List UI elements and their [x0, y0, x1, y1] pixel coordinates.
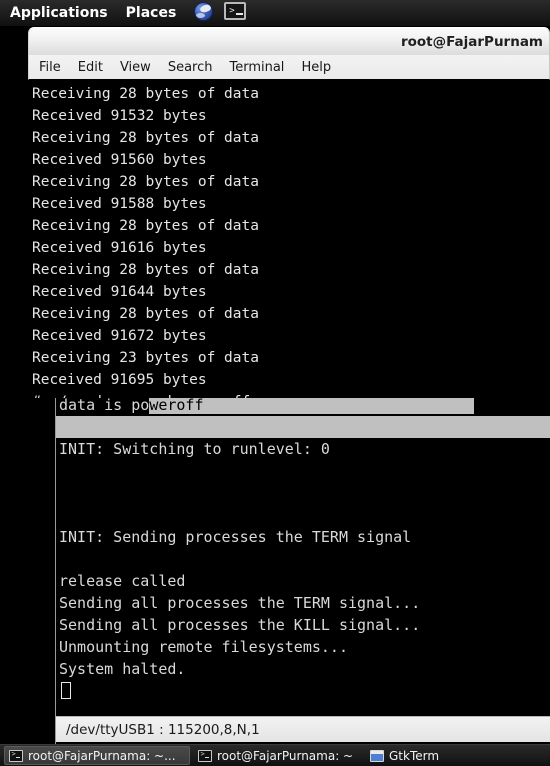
gtkterm-selected-line-highlight: weroff: [149, 396, 204, 414]
terminal-icon-underscore: [205, 756, 209, 758]
gtkterm-line: release called: [59, 572, 186, 590]
menu-places[interactable]: Places: [126, 5, 177, 21]
gtkterm-line: Unmounting remote filesystems...: [59, 638, 348, 656]
taskbar-item-label: GtkTerm: [389, 748, 440, 763]
window-icon: [370, 749, 384, 762]
top-panel: Applications Places >: [0, 0, 550, 27]
terminal-icon-underscore: [16, 756, 20, 758]
terminal-titlebar[interactable]: root@FajarPurnam: [28, 27, 550, 55]
terminal-icon-underscore: [236, 13, 244, 15]
gtkterm-line: INIT: Switching to runlevel: 0: [59, 440, 330, 458]
taskbar-item-label: root@FajarPurnama: ~: [217, 748, 354, 763]
terminal-line: Received 91560 bytes: [32, 152, 207, 168]
terminal-line: Receiving 23 bytes of data: [32, 350, 259, 366]
gtkterm-line: INIT: Sending processes the TERM signal: [59, 528, 412, 546]
gtkterm-statusbar: /dev/ttyUSB1 : 115200,8,N,1: [56, 716, 550, 742]
terminal-line: Received 91672 bytes: [32, 328, 207, 344]
browser-launcher[interactable]: [194, 2, 216, 24]
gtkterm-cursor-line: [56, 680, 550, 702]
gtkterm-line: [56, 504, 550, 526]
terminal-icon: >: [224, 2, 247, 20]
terminal-line: Receiving 28 bytes of data: [32, 306, 259, 322]
terminal-line: Receiving 28 bytes of data: [32, 130, 259, 146]
terminal-line: Received 91532 bytes: [32, 108, 207, 124]
gtkterm-selected-line-plain: data is po: [59, 396, 150, 414]
gtkterm-selection-trail: [203, 396, 475, 414]
menu-terminal[interactable]: Terminal: [229, 60, 284, 75]
menu-edit[interactable]: Edit: [78, 60, 103, 75]
menu-applications[interactable]: Applications: [10, 5, 108, 21]
taskbar-item-terminal-1[interactable]: > root@FajarPurnama: ~...: [4, 746, 190, 765]
menu-search[interactable]: Search: [168, 60, 213, 75]
terminal-command-line: # ./send_command poweroff: [30, 391, 550, 398]
gtkterm-serial-settings: /dev/ttyUSB1 : 115200,8,N,1: [66, 721, 260, 738]
gtkterm-output-area[interactable]: User write to driver data is poweroff IN…: [56, 384, 550, 716]
gtkterm-line: System halted.: [59, 660, 186, 678]
gtkterm-line: Sending all processes the KILL signal...: [59, 616, 421, 634]
desktop-screen: Applications Places > User write to driv…: [0, 0, 550, 766]
gtkterm-selection-row: [56, 416, 550, 438]
terminal-title: root@FajarPurnam: [400, 33, 543, 50]
menu-help[interactable]: Help: [301, 60, 331, 75]
terminal-line: Received 91644 bytes: [32, 284, 207, 300]
gtkterm-line: [56, 482, 550, 504]
gtkterm-line: [56, 460, 550, 482]
taskbar-item-gtkterm[interactable]: GtkTerm: [366, 746, 506, 765]
menu-view[interactable]: View: [120, 60, 151, 75]
taskbar-item-terminal-2[interactable]: > root@FajarPurnama: ~: [194, 746, 362, 765]
terminal-icon: >: [198, 749, 212, 762]
terminal-menubar: File Edit View Search Terminal Help: [28, 55, 550, 80]
taskbar: > root@FajarPurnama: ~... > root@FajarPu…: [0, 744, 550, 766]
gtkterm-line: [56, 548, 550, 570]
terminal-launcher[interactable]: >: [224, 2, 247, 24]
globe-icon: [194, 2, 214, 21]
gtkterm-window[interactable]: User write to driver data is poweroff IN…: [55, 384, 550, 744]
taskbar-item-label: root@FajarPurnama: ~...: [28, 748, 176, 763]
terminal-icon-prompt: >: [229, 6, 235, 16]
terminal-line: Received 91695 bytes: [32, 372, 207, 388]
terminal-line: Received 91616 bytes: [32, 240, 207, 256]
terminal-line: Receiving 28 bytes of data: [32, 262, 259, 278]
terminal-line: Received 91588 bytes: [32, 196, 207, 212]
terminal-line: Receiving 28 bytes of data: [32, 218, 259, 234]
gtkterm-line: Sending all processes the TERM signal...: [59, 594, 421, 612]
terminal-line: Receiving 28 bytes of data: [32, 174, 259, 190]
gtkterm-cursor: [61, 682, 71, 699]
terminal-icon: >: [9, 749, 23, 762]
terminal-window[interactable]: root@FajarPurnam File Edit View Search T…: [28, 27, 550, 398]
menu-file[interactable]: File: [39, 60, 61, 75]
terminal-line: Receiving 28 bytes of data: [32, 86, 259, 102]
terminal-output-area[interactable]: Receiving 28 bytes of data Received 9153…: [28, 80, 550, 398]
